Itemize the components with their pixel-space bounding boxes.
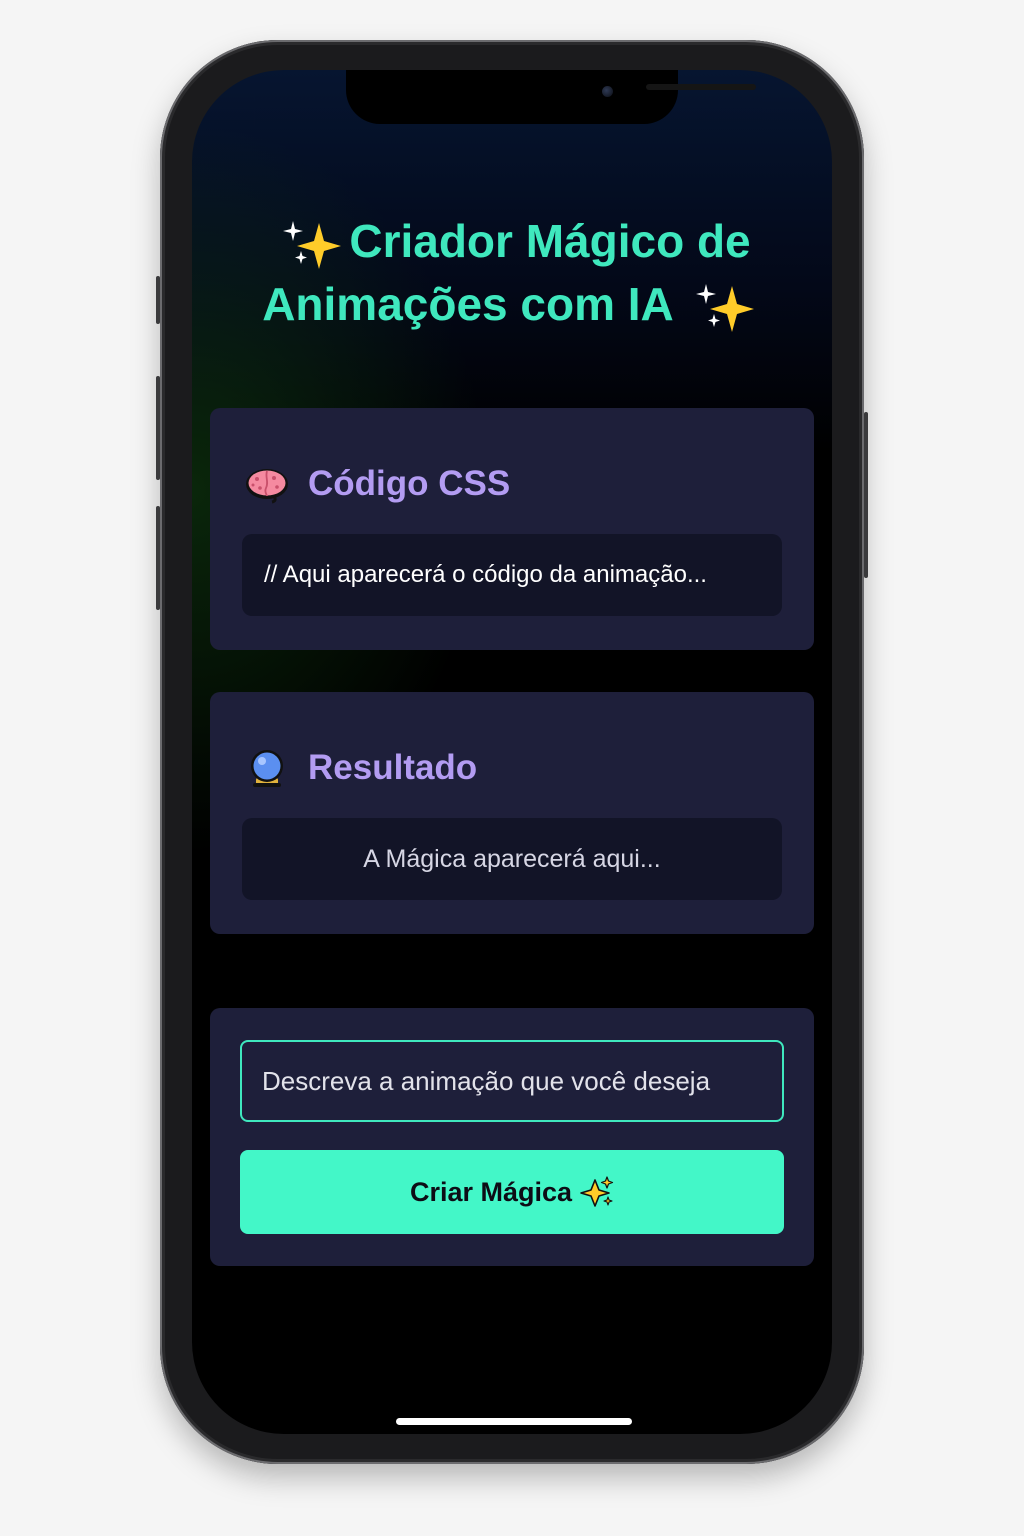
app-screen: Criador Mágico de Animações com IA Códig… [192,70,832,1434]
sparkles-icon [695,283,754,332]
prompt-card: Criar Mágica [210,1008,814,1266]
code-output-text: // Aqui aparecerá o código da animação..… [264,561,707,588]
title-text-2: Animações com IA [262,277,674,330]
page-title: Criador Mágico de Animações com IA [232,210,792,336]
title-text-1: Criador Mágico de [349,215,751,267]
power-button [864,412,868,578]
volume-up-button [156,376,160,480]
code-card: Código CSS // Aqui aparecerá o código da… [210,408,814,650]
volume-down-button [156,506,160,610]
notch [346,70,756,124]
brain-icon [246,469,288,504]
silent-switch [156,276,160,324]
code-card-title: Código CSS [308,464,511,503]
sparkles-icon [580,1176,614,1207]
code-card-header: Código CSS [244,464,510,504]
create-magic-button-label: Criar Mágica [409,1176,573,1207]
result-card: Resultado A Mágica aparecerá aqui... [210,692,814,934]
camera-lens [602,86,613,97]
result-card-title: Resultado [308,748,478,787]
phone-frame: Criador Mágico de Animações com IA Códig… [156,40,868,1464]
result-preview-text: A Mágica aparecerá aqui... [363,844,661,873]
code-output: // Aqui aparecerá o código da animação..… [242,534,782,616]
title-line-1: Criador Mágico de [232,210,792,273]
sparkles-icon [283,220,342,269]
animation-description-input[interactable] [240,1040,784,1122]
home-indicator[interactable] [396,1418,632,1425]
result-preview: A Mágica aparecerá aqui... [242,818,782,900]
title-line-2: Animações com IA [232,273,792,336]
speaker-grille [646,84,756,90]
crystal-ball-icon [251,750,283,787]
create-magic-button[interactable]: Criar Mágica [240,1150,784,1234]
result-card-header: Resultado [244,748,477,788]
stage: Criador Mágico de Animações com IA Códig… [0,0,1024,1536]
